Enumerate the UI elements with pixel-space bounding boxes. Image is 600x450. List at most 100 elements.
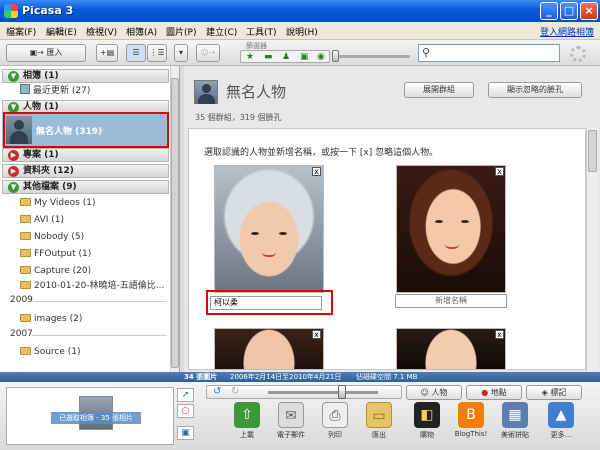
thumbnail-size-slider[interactable] [268,391,378,394]
hold-pin-icon[interactable]: ➚ [177,388,194,402]
face-name-input[interactable]: 新增名稱 [395,294,507,308]
collapse-icon[interactable]: ▼ [8,182,19,193]
places-button[interactable]: ● 地點 [466,385,522,400]
more-label: 更多... [550,431,572,439]
places-button-label: 地點 [490,388,507,397]
upload-filter-icon[interactable]: ▣ [300,51,309,63]
face-thumbnail[interactable] [214,328,324,370]
list-view-button[interactable]: ☰ [126,44,146,62]
thumbnail-size-slider-handle[interactable] [338,385,346,399]
signin-web-albums-link[interactable]: 登入網路相簿 [540,25,594,38]
export-button[interactable]: ▭ 匯出 [360,402,398,446]
expand-groups-button[interactable]: 展開群組 [404,82,474,98]
face-thumbnail[interactable] [396,328,506,370]
folder-icon [20,198,31,206]
print-button[interactable]: ⎙ 列印 [316,402,354,446]
close-button[interactable]: × [580,2,598,20]
star-filter-icon[interactable]: ★ [246,51,254,63]
add-to-album-icon[interactable]: ▣ [177,426,194,440]
scrollbar-thumb[interactable] [171,78,179,368]
collage-button[interactable]: ▦ 美術拼貼 [496,402,534,446]
menu-bar: 檔案(F) 編輯(E) 檢視(V) 相簿(A) 圖片(P) 建立(C) 工具(T… [0,22,600,40]
expand-icon[interactable]: ▶ [8,166,19,177]
ignore-face-button[interactable]: x [312,330,321,339]
folder-item-label: Capture (20) [34,266,92,276]
view-dropdown-button[interactable]: ▾ [174,44,188,62]
video-filter-icon[interactable]: ▬ [264,51,273,63]
date-filter-slider-handle[interactable] [332,50,339,62]
upload-button[interactable]: ⇧ 上載 [228,402,266,446]
ignore-face-button[interactable]: x [312,167,321,176]
tree-view-button[interactable]: ⋮☰ [147,44,167,62]
sidebar-item-recent[interactable]: 最近更新 (27) [20,84,90,98]
tags-button[interactable]: ◈ 標記 [526,385,582,400]
camera-icon: ▣⇢ [29,48,47,57]
show-ignored-faces-button[interactable]: 顯示忽略的臉孔 [488,82,582,98]
upload-icon: ⇧ [234,402,260,428]
geotag-filter-icon[interactable]: ◉ [317,51,325,63]
folder-icon [20,215,31,223]
folder-item-label: Nobody (5) [34,232,85,242]
collapse-icon[interactable]: ▼ [8,71,19,82]
recent-updates-icon [20,84,30,94]
add-album-button[interactable]: +▤ [96,44,118,62]
folder-icon [20,314,31,322]
import-label: 匯入 [46,48,63,57]
faces-scrollbar[interactable] [586,128,598,370]
menu-help[interactable]: 說明(H) [286,25,318,38]
import-button[interactable]: ▣⇢ 匯入 [6,44,86,62]
group-folders[interactable]: ▶ 資料夾 (12) [2,164,169,178]
folder-item[interactable]: images (2) [20,312,82,326]
group-other-folders[interactable]: ▼ 其他檔案 (9) [2,180,169,194]
email-button[interactable]: ✉ 電子郵件 [272,402,310,446]
ignore-face-button[interactable]: x [495,167,504,176]
face-eye [251,232,259,235]
menu-picture[interactable]: 圖片(P) [166,25,196,38]
menu-tools[interactable]: 工具(T) [246,25,277,38]
maximize-button[interactable]: □ [560,2,578,20]
menu-edit[interactable]: 編輯(E) [46,25,77,38]
folder-item[interactable]: 2010-01-20-林曉培-五語倫比... [20,279,164,293]
search-icon: ⚲ [422,46,431,59]
scrollbar-thumb[interactable] [588,130,597,172]
menu-create[interactable]: 建立(C) [206,25,237,38]
ignore-face-button[interactable]: x [495,330,504,339]
person-avatar-icon [194,80,218,104]
shop-label: 購物 [420,431,434,439]
menu-view[interactable]: 檢視(V) [86,25,117,38]
folder-item[interactable]: FFOutput (1) [20,247,91,261]
folder-item[interactable]: Source (1) [20,345,81,359]
rotate-right-icon[interactable]: ↻ [231,386,239,397]
folder-icon [20,232,31,240]
library-scrollbar[interactable] [170,66,179,372]
folder-item[interactable]: Capture (20) [20,264,91,278]
people-button[interactable]: ☺ 人物 [406,385,462,400]
shop-button[interactable]: ◧ 購物 [408,402,446,446]
rotate-icon[interactable]: ↺ [213,386,221,397]
folder-icon [20,249,31,257]
instruction-text: 選取認識的人物並新增名稱，或按一下 [x] 忽略這個人物。 [204,148,439,158]
clear-tray-icon[interactable]: ○ [177,404,194,418]
year-separator-line [32,335,167,336]
folder-item[interactable]: Nobody (5) [20,230,84,244]
share-people-button[interactable]: ☺⇢ [196,44,220,62]
collage-icon: ▦ [502,402,528,428]
minimize-button[interactable]: _ [540,2,558,20]
search-input[interactable] [436,46,556,60]
search-box: ⚲ [418,44,560,62]
expand-icon[interactable]: ▶ [8,150,19,161]
menu-album[interactable]: 相簿(A) [126,25,157,38]
face-filter-icon[interactable]: ♟ [282,51,290,63]
blogthis-button[interactable]: B BlogThis! [452,402,490,446]
face-thumbnail[interactable] [214,165,324,293]
sidebar-item-label: 最近更新 (27) [33,86,91,96]
folder-item[interactable]: AVI (1) [20,213,64,227]
date-filter-slider[interactable] [334,55,410,58]
group-albums[interactable]: ▼ 相簿 (1) [2,69,169,83]
menu-file[interactable]: 檔案(F) [6,25,36,38]
group-projects[interactable]: ▶ 專案 (1) [2,148,169,162]
face-thumbnail[interactable] [396,165,506,293]
folder-item[interactable]: My Videos (1) [20,196,95,210]
more-button[interactable]: ▲ 更多... [542,402,580,446]
folder-item-label: AVI (1) [34,215,65,225]
